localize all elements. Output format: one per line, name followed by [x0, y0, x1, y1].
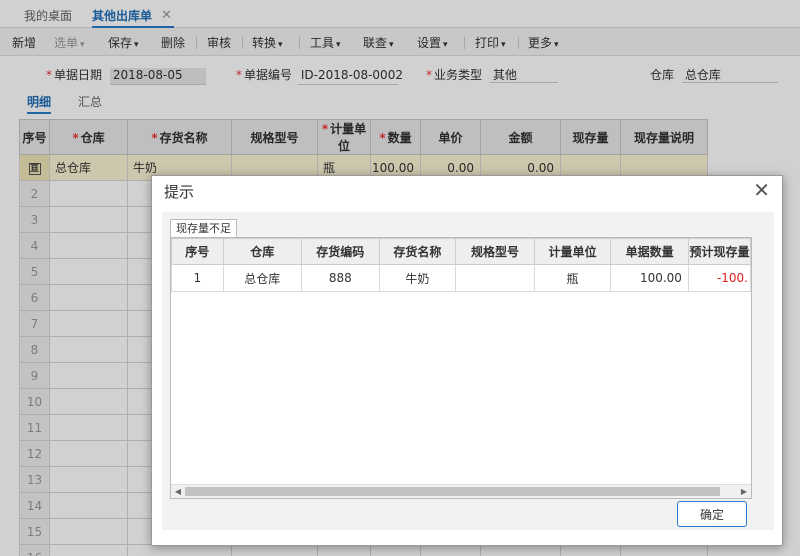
dialog-title: 提示 [164, 183, 195, 201]
prompt-dialog: 提示 ✕ 现存量不足 序号 仓库 存货编码 存货名称 规格型号 计量单位 单据数… [151, 175, 783, 546]
cell-warehouse: 总仓库 [222, 264, 303, 292]
cell-item-name: 牛奶 [378, 264, 457, 292]
cell-spec [455, 264, 535, 292]
table-row[interactable]: 1 总仓库 888 牛奶 瓶 100.00 -100. [171, 264, 751, 292]
scroll-right-icon[interactable]: ▶ [737, 486, 751, 498]
close-icon[interactable]: ✕ [753, 178, 770, 202]
cell-expected-stock: -100. [687, 264, 751, 292]
cell-seq: 1 [171, 264, 224, 292]
col-header-spec: 规格型号 [455, 238, 535, 265]
col-header-unit: 计量单位 [533, 238, 612, 265]
cell-doc-qty: 100.00 [610, 264, 689, 292]
dialog-body: 现存量不足 序号 仓库 存货编码 存货名称 规格型号 计量单位 单据数量 预计现… [162, 212, 774, 530]
col-header-doc-qty: 单据数量 [610, 238, 689, 265]
stock-shortage-panel: 序号 仓库 存货编码 存货名称 规格型号 计量单位 单据数量 预计现存量 1 总… [170, 237, 752, 499]
col-header-warehouse: 仓库 [222, 238, 303, 265]
shortage-grid: 序号 仓库 存货编码 存货名称 规格型号 计量单位 单据数量 预计现存量 1 总… [171, 238, 751, 292]
ok-button[interactable]: 确定 [677, 501, 747, 527]
col-header-expected-stock: 预计现存量 [687, 238, 751, 265]
cell-unit: 瓶 [533, 264, 612, 292]
scrollbar-thumb[interactable] [185, 487, 720, 496]
col-header-seq: 序号 [171, 238, 224, 265]
tab-insufficient-stock[interactable]: 现存量不足 [170, 219, 237, 237]
horizontal-scrollbar[interactable]: ◀ ▶ [171, 484, 751, 498]
col-header-item-code: 存货编码 [301, 238, 380, 265]
scroll-left-icon[interactable]: ◀ [171, 486, 185, 498]
col-header-item-name: 存货名称 [378, 238, 457, 265]
cell-item-code: 888 [301, 264, 380, 292]
